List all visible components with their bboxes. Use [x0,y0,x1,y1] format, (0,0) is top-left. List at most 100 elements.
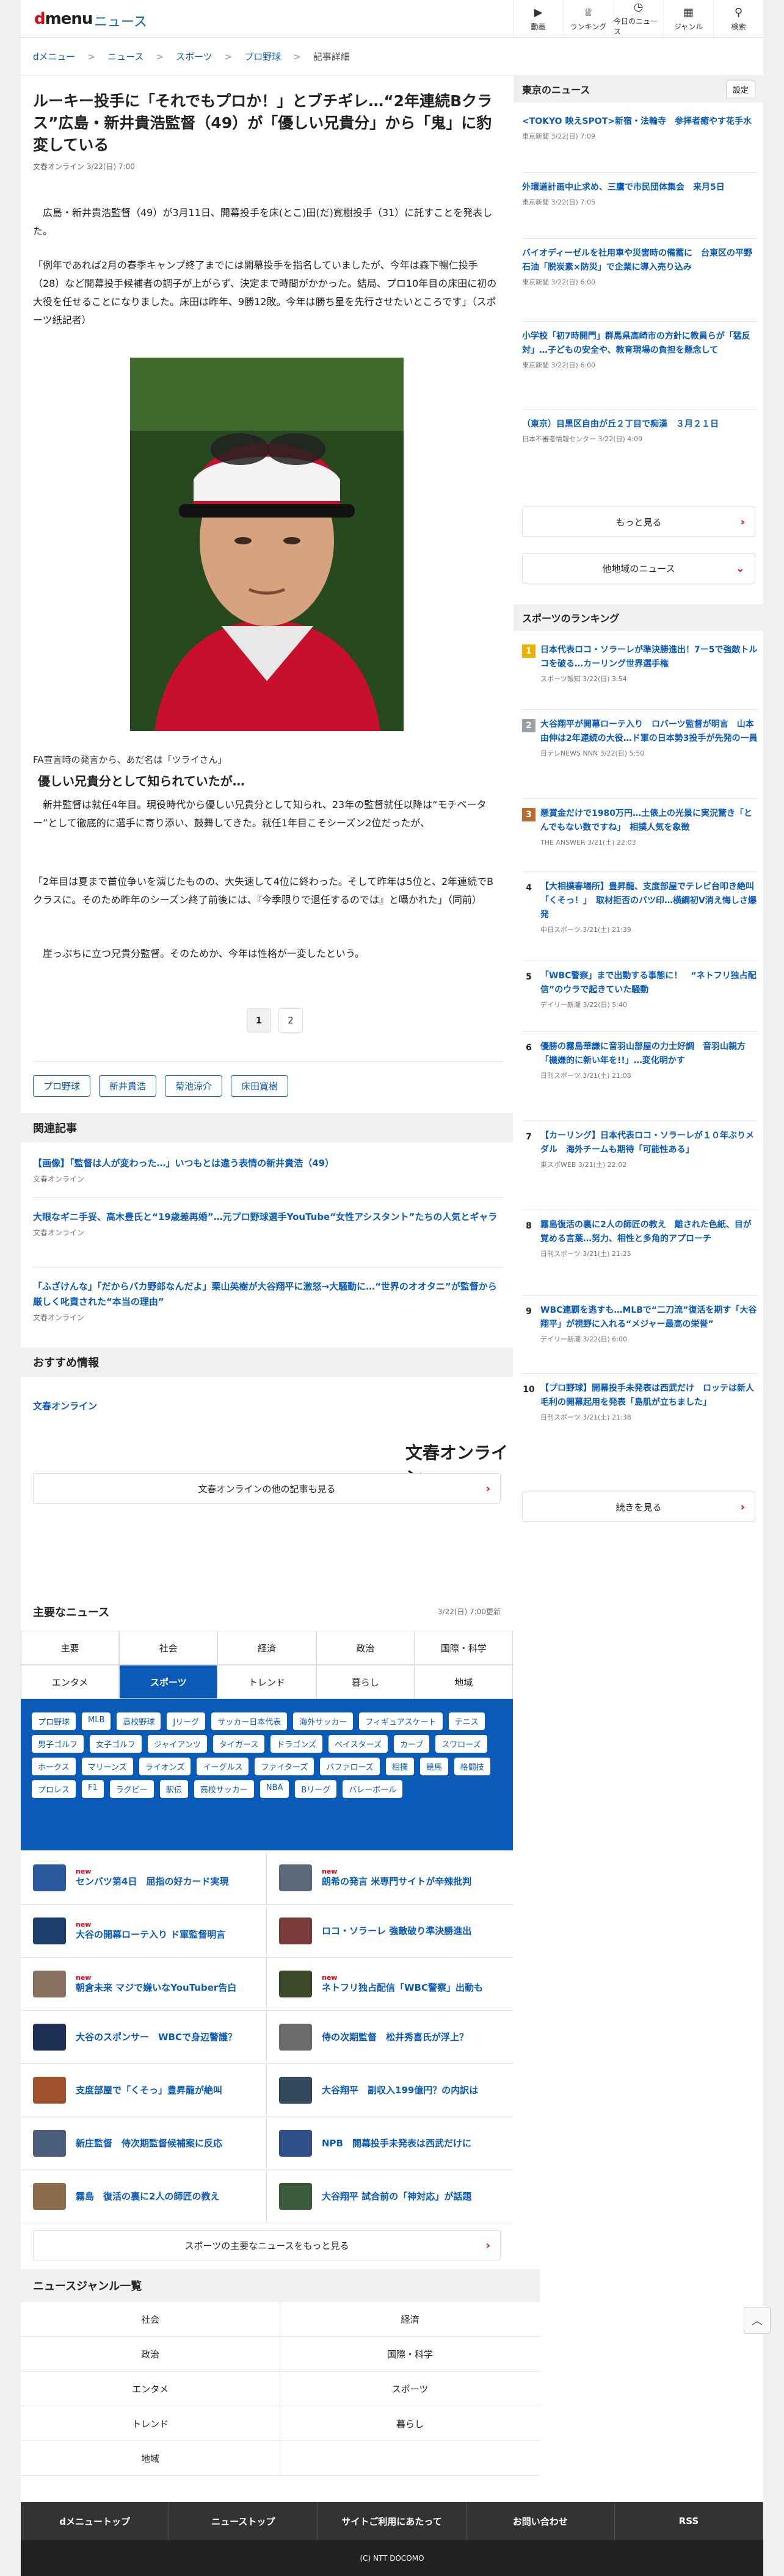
sports-more-button[interactable]: スポーツの主要なニュースをもっと見る › [33,2230,501,2260]
ranking-item[interactable]: 3 懸賞金だけで1980万円…土俵上の光景に実況驚き「とんでもない数ですね」 相撲… [522,807,758,847]
category-chip[interactable]: 女子ゴルフ [90,1735,142,1753]
tokyo-more-button[interactable]: もっと見る › [522,507,755,537]
tab-society[interactable]: 社会 [119,1631,218,1665]
category-chip[interactable]: タイガース [212,1735,265,1753]
category-chip[interactable]: バレーボール [343,1780,403,1798]
tab-world[interactable]: 国際・科学 [414,1631,513,1665]
category-chip[interactable]: バファローズ [320,1758,380,1775]
tokyo-news-item[interactable]: 小学校「初7時開門」群馬県高崎市の方針に教員らが「猛反対」…子どもの安全や、教育… [522,330,758,370]
genre-item[interactable]: 国際・科学 [280,2337,540,2372]
major-news-item[interactable]: 支度部屋で「くそっ」豊昇龍が絶叫 [21,2064,267,2117]
ranking-item[interactable]: 4 【大相撲春場所】豊昇龍、支度部屋でテレビ台叩き絶叫「くそっ！」 取材拒否のバツ… [522,880,758,934]
major-news-item[interactable]: 大谷翔平 副収入199億円？の内訳は [267,2064,513,2117]
category-chip[interactable]: 男子ゴルフ [32,1735,84,1753]
ranking-item[interactable]: 8 霧島復活の裏に2人の師匠の教え 離された色紙、目が覚める言葉…努力、相性と多角… [522,1218,758,1258]
nav-genre[interactable]: ▦ ジャンル [663,0,713,38]
tokyo-news-item[interactable]: バイオディーゼルを社用車や災害時の備蓄に 台東区の平野石油「脱炭素×防災」で企業… [522,247,758,287]
major-news-item[interactable]: 大谷のスポンサー WBCで身辺警護？ [21,2011,267,2064]
major-news-item[interactable]: new 朗希の発言 米専門サイトが辛辣批判 [267,1852,513,1905]
settings-button[interactable]: 設定 [725,81,755,98]
tab-region[interactable]: 地域 [414,1665,513,1699]
tab-sports[interactable]: スポーツ [119,1665,218,1699]
category-chip[interactable]: カープ [393,1735,430,1753]
other-region-button[interactable]: 他地域のニュース ⌄ [522,553,755,583]
category-chip[interactable]: スワローズ [435,1735,487,1753]
genre-item[interactable]: 地域 [21,2441,280,2476]
tab-politics[interactable]: 政治 [316,1631,415,1665]
category-chip[interactable]: Jリーグ [167,1712,206,1730]
category-chip[interactable]: F1 [82,1780,104,1798]
tab-economy[interactable]: 経済 [217,1631,316,1665]
breadcrumb-baseball[interactable]: プロ野球 [244,50,281,63]
tag-arai[interactable]: 新井貴浩 [99,1075,157,1097]
article-photo[interactable] [130,358,404,731]
footer-link[interactable]: RSS [615,2502,763,2540]
ranking-item[interactable]: 1 日本代表ロコ・ソラーレが準決勝進出！7ー5で強敵トルコを破る…カーリング世界選… [522,643,758,684]
tokyo-news-item[interactable]: （東京）目黒区自由が丘２丁目で痴漢 ３月２１日 日本不審者情報センター 3/22(… [522,417,758,444]
category-chip[interactable]: テニス [448,1712,485,1730]
category-chip[interactable]: ベイスターズ [328,1735,388,1753]
major-news-item[interactable]: new ネトフリ独占配信「WBC警察」出動も [267,1958,513,2011]
genre-item[interactable]: 暮らし [280,2406,540,2441]
ranking-item[interactable]: 5 「WBC警察」まで出動する事態に！ “ネトフリ独占配信”のウラで起きていた騒動… [522,969,758,1009]
category-chip[interactable]: 競馬 [419,1758,448,1775]
category-chip[interactable]: 高校サッカー [194,1780,254,1798]
major-news-item[interactable]: new 朝倉未来 マジで嫌いなYouTuber告白 [21,1958,267,2011]
ranking-item[interactable]: 7 【カーリング】日本代表ロコ・ソラーレが１０年ぶりメダル 海外チームも期待「可能… [522,1129,758,1169]
tag-pro-baseball[interactable]: プロ野球 [33,1075,91,1097]
category-chip[interactable]: NBA [260,1780,289,1798]
major-news-item[interactable]: 新庄監督 侍次期監督候補案に反応 [21,2117,267,2170]
back-to-top-button[interactable]: ︿ [744,2307,771,2334]
nav-ranking[interactable]: ♕ ランキング [563,0,613,38]
category-chip[interactable]: フィギュアスケート [359,1712,443,1730]
major-news-item[interactable]: 侍の次期監督 松井秀喜氏が浮上？ [267,2011,513,2064]
ranking-item[interactable]: 6 優勝の霧島華謙に音羽山部屋の力士好調 音羽山親方「機嫌的に新い年を!!」…変化… [522,1040,758,1080]
category-chip[interactable]: ジャイアンツ [148,1735,207,1753]
genre-item[interactable]: スポーツ [280,2372,540,2406]
tag-tokoda[interactable]: 床田寛樹 [231,1075,289,1097]
category-chip[interactable]: 海外サッカー [293,1712,354,1730]
related-item[interactable]: 【画像】「監督は人が変わった…」いつもとは違う表情の新井貴浩（49） 文春オンライ… [33,1156,503,1184]
tab-main[interactable]: 主要 [21,1631,120,1665]
category-chip[interactable]: イーグルス [197,1758,249,1775]
nav-video[interactable]: ▶ 動画 [513,0,563,38]
major-news-item[interactable]: ロコ・ソラーレ 強敵破り準決勝進出 [267,1905,513,1958]
genre-item[interactable]: 政治 [21,2337,280,2372]
footer-link[interactable]: dメニュートップ [21,2502,170,2540]
footer-link[interactable]: ニューストップ [169,2502,318,2540]
tokyo-news-item[interactable]: <TOKYO 映えSPOT>新宿・法輪寺 参拝者癒やす花手水 東京新聞 3/22(… [522,115,758,141]
nav-today[interactable]: ◷ 今日のニュース [613,0,663,38]
category-chip[interactable]: MLB [82,1712,111,1730]
tab-entertainment[interactable]: エンタメ [21,1665,120,1699]
category-chip[interactable]: 駅伝 [159,1780,188,1798]
nav-search[interactable]: ⚲ 検索 [713,0,763,38]
ranking-more-button[interactable]: 続きを見る › [522,1492,755,1522]
category-chip[interactable]: プロ野球 [32,1712,76,1730]
genre-item[interactable]: トレンド [21,2406,280,2441]
ranking-item[interactable]: 9 WBC連覇を逃すも…MLBで“二刀流”復活を期す「大谷翔平」が視野に入れる“メ… [522,1304,758,1344]
category-chip[interactable]: ライオンズ [139,1758,191,1775]
category-chip[interactable]: サッカー日本代表 [211,1712,288,1730]
genre-item[interactable]: 経済 [280,2302,540,2337]
page-2-button[interactable]: 2 [278,1008,303,1033]
category-chip[interactable]: マリーンズ [81,1758,133,1775]
dmenu-logo[interactable]: dmenu [34,10,93,28]
related-item[interactable]: 「ふざけんな」「だからバカ野郎なんだよ」栗山英樹が大谷翔平に激怒→大騒動に…“世… [33,1279,503,1322]
category-chip[interactable]: ラグビー [109,1780,154,1798]
category-chip[interactable]: 相撲 [385,1758,414,1775]
major-news-item[interactable]: new センバツ第4日 屈指の好カード実現 [21,1852,267,1905]
bunshun-more-button[interactable]: 文春オンラインの他の記事も見る › [33,1473,501,1504]
major-news-item[interactable]: new 大谷の開幕ローテ入り ド軍監督明言 [21,1905,267,1958]
major-news-item[interactable]: 大谷翔平 試合前の「神対応」が話題 [267,2170,513,2223]
category-chip[interactable]: プロレス [32,1780,76,1798]
tab-trend[interactable]: トレンド [217,1665,316,1699]
ranking-item[interactable]: 10 【プロ野球】開幕投手未発表は西武だけ ロッテは新人毛利の開幕起用を発表「島肌… [522,1382,758,1422]
tokyo-news-item[interactable]: 外環道計画中止求め、三鷹で市民団体集会 来月5日 東京新聞 3/22(日) 7:0… [522,181,758,207]
section-title[interactable]: ニュース [94,11,147,31]
category-chip[interactable]: ファイターズ [255,1758,314,1775]
breadcrumb-dmenu[interactable]: dメニュー [33,50,76,63]
category-chip[interactable]: 格闘技 [454,1758,490,1775]
genre-item[interactable]: エンタメ [21,2372,280,2406]
breadcrumb-sports[interactable]: スポーツ [176,50,212,63]
category-chip[interactable]: ドラゴンズ [270,1735,322,1753]
